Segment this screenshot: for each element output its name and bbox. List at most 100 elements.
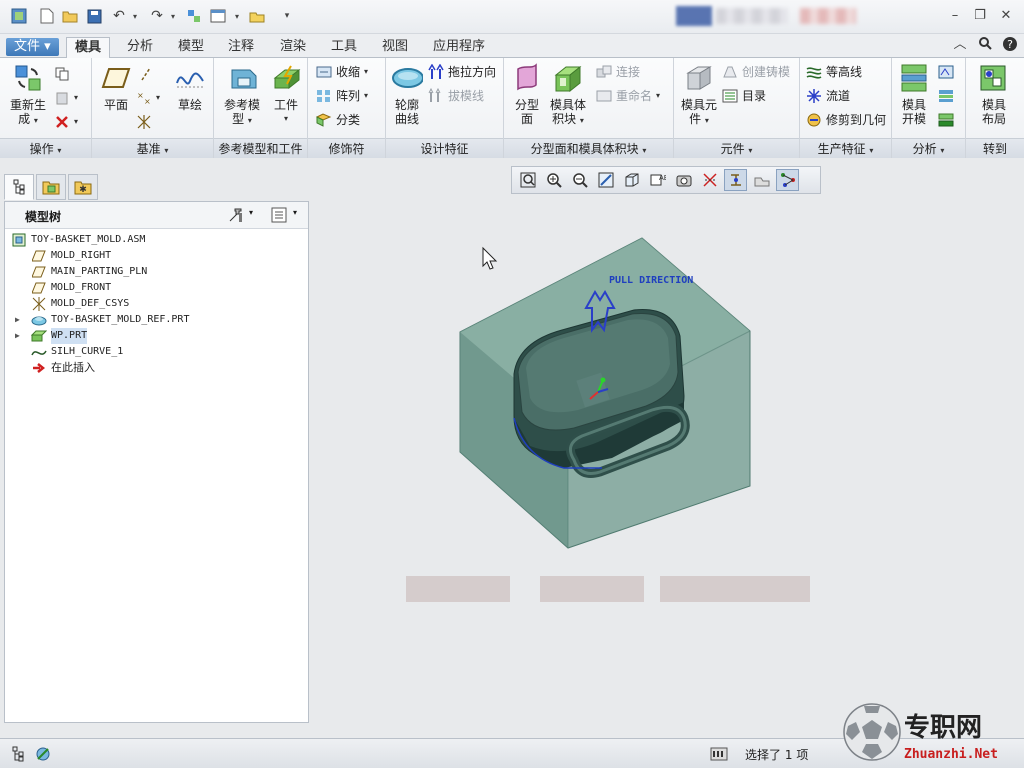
new-file-icon[interactable]	[38, 7, 56, 25]
tab-annotate[interactable]: 注释	[220, 37, 262, 58]
tree-item-mold-def-csys[interactable]: MOLD_DEF_CSYS	[31, 296, 129, 312]
redo-dropdown-icon[interactable]: ▾	[164, 7, 182, 25]
runner-button[interactable]: 流道	[806, 86, 850, 106]
pull-direction-button[interactable]: 拖拉方向	[428, 62, 496, 82]
favorites-tab[interactable]: ✱	[68, 174, 98, 200]
regenerate-button[interactable]: 重新生 成 ▾	[6, 62, 50, 128]
toggle-browser-icon[interactable]	[32, 743, 54, 765]
group-modifiers-label[interactable]: 修饰符	[308, 138, 385, 158]
shrink-button[interactable]: 收缩 ▾	[316, 62, 368, 82]
group-analysis-label[interactable]: 分析 ▾	[892, 138, 965, 158]
zoom-in-icon[interactable]	[542, 169, 565, 191]
refit-icon[interactable]	[516, 169, 539, 191]
connect-button[interactable]: 连接	[596, 62, 640, 82]
search-icon[interactable]	[975, 36, 995, 54]
tab-render[interactable]: 渲染	[272, 37, 314, 58]
tree-item-workpiece[interactable]: ▶ WP.PRT	[15, 328, 88, 344]
annotation-display-icon[interactable]	[776, 169, 799, 191]
tree-item-main-parting-pln[interactable]: MAIN_PARTING_PLN	[31, 264, 147, 280]
projected-area-button[interactable]	[938, 110, 954, 130]
toggle-navigator-icon[interactable]	[8, 743, 30, 765]
tree-settings-dropdown-icon[interactable]: ▾	[249, 208, 253, 217]
filter-icon[interactable]	[708, 743, 730, 765]
tree-item-mold-right[interactable]: MOLD_RIGHT	[31, 248, 111, 264]
show-options-icon[interactable]	[271, 207, 287, 226]
tree-settings-icon[interactable]	[227, 207, 247, 226]
close-button[interactable]: ✕	[996, 7, 1016, 25]
pattern-button[interactable]: 阵列 ▾	[316, 86, 368, 106]
folder-browser-tab[interactable]	[36, 174, 66, 200]
tab-model[interactable]: 模型	[170, 37, 212, 58]
tab-view[interactable]: 视图	[374, 37, 416, 58]
classify-button[interactable]: 分类	[316, 110, 360, 130]
point-button[interactable]: × × ▾	[136, 88, 160, 108]
zoom-out-icon[interactable]	[568, 169, 591, 191]
catalog-button[interactable]: 目录	[722, 86, 766, 106]
tree-item-mold-front[interactable]: MOLD_FRONT	[31, 280, 111, 296]
display-style-icon[interactable]	[698, 169, 721, 191]
delete-button[interactable]: ▾	[54, 112, 78, 132]
tree-item-assembly[interactable]: TOY-BASKET_MOLD.ASM	[11, 232, 145, 248]
plane-button[interactable]: 平面	[96, 62, 136, 112]
group-parting-label[interactable]: 分型面和模具体积块 ▾	[504, 138, 673, 158]
thickness-check-button[interactable]	[938, 86, 954, 106]
show-options-dropdown-icon[interactable]: ▾	[293, 208, 297, 217]
mold-component-button[interactable]: 模具元 件 ▾	[678, 62, 720, 128]
parting-surface-button[interactable]: 分型 面	[508, 62, 546, 126]
tab-mold[interactable]: 模具	[66, 37, 111, 58]
spin-center-icon[interactable]	[750, 169, 773, 191]
reference-model-button[interactable]: 参考模 型 ▾	[220, 62, 264, 128]
undo-dropdown-icon[interactable]: ▾	[126, 7, 144, 25]
open-folder-icon[interactable]	[61, 7, 79, 25]
tab-applications[interactable]: 应用程序	[425, 37, 493, 58]
graphics-viewport[interactable]: PULL DIRECTION	[312, 196, 1024, 736]
windows-dropdown-icon[interactable]: ▾	[228, 7, 246, 25]
group-datum-label[interactable]: 基准 ▾	[92, 138, 213, 158]
model-tree-tab[interactable]	[4, 174, 34, 200]
tab-tools[interactable]: 工具	[323, 37, 365, 58]
rename-button[interactable]: 重命名 ▾	[596, 86, 660, 106]
expand-icon[interactable]: ▶	[15, 328, 20, 344]
repaint-icon[interactable]	[594, 169, 617, 191]
axis-button[interactable]	[138, 64, 154, 84]
trim-to-geometry-button[interactable]: 修剪到几何	[806, 110, 886, 130]
view-manager-icon[interactable]	[672, 169, 695, 191]
datum-display-icon[interactable]	[724, 169, 747, 191]
draft-check-button[interactable]	[938, 62, 954, 82]
group-goto-label[interactable]: 转到	[966, 138, 1024, 158]
copy-button[interactable]	[54, 64, 70, 84]
file-menu[interactable]: 文件 ▾	[6, 38, 59, 56]
mold-opening-button[interactable]: 模具 开模	[894, 62, 934, 126]
tree-item-silh-curve[interactable]: SILH_CURVE_1	[31, 344, 123, 360]
regenerate-quick-icon[interactable]	[185, 7, 203, 25]
silhouette-curve-button[interactable]: 轮廓 曲线	[388, 62, 426, 126]
workpiece-button[interactable]: 工件 ▾	[268, 62, 304, 126]
draft-line-button[interactable]: 拔模线	[428, 86, 484, 106]
restore-button[interactable]: ❐	[970, 7, 990, 25]
minimize-ribbon-icon[interactable]: ︿	[950, 36, 970, 54]
saved-views-icon[interactable]: AB	[646, 169, 669, 191]
minimize-button[interactable]: –	[945, 7, 965, 25]
contour-button[interactable]: 等高线	[806, 62, 862, 82]
saved-orientations-icon[interactable]	[620, 169, 643, 191]
windows-icon[interactable]	[209, 7, 227, 25]
sketch-button[interactable]: 草绘	[172, 62, 208, 112]
csys-button[interactable]	[136, 112, 152, 132]
tab-analysis[interactable]: 分析	[119, 37, 161, 58]
group-refmodel-label[interactable]: 参考模型和工件	[214, 138, 307, 158]
mold-layout-button[interactable]: 模具 布局	[972, 62, 1016, 126]
group-production-label[interactable]: 生产特征 ▾	[800, 138, 891, 158]
paste-button[interactable]: ▾	[54, 88, 78, 108]
help-icon[interactable]: ?	[1000, 36, 1020, 54]
mold-volume-button[interactable]: 模具体 积块 ▾	[548, 62, 588, 128]
group-operations-label[interactable]: 操作 ▾	[0, 138, 91, 158]
group-design-features-label[interactable]: 设计特征	[386, 138, 503, 158]
customize-toolbar-icon[interactable]: ▾	[278, 7, 296, 25]
tree-item-insert-here[interactable]: 在此插入	[31, 360, 95, 376]
group-components-label[interactable]: 元件 ▾	[674, 138, 799, 158]
create-casting-button[interactable]: 创建铸模	[722, 62, 790, 82]
tree-item-ref-part[interactable]: ▶ TOY-BASKET_MOLD_REF.PRT	[15, 312, 189, 328]
close-window-icon[interactable]	[248, 7, 266, 25]
expand-icon[interactable]: ▶	[15, 312, 20, 328]
save-icon[interactable]	[85, 7, 103, 25]
